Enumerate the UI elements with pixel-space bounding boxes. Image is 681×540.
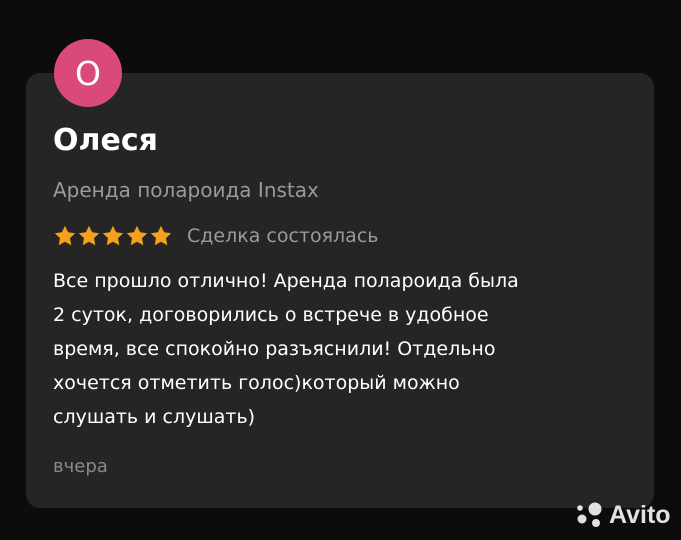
- review-text-line: слушать и слушать): [53, 406, 256, 428]
- star-icon: [101, 224, 125, 248]
- star-icon: [53, 224, 77, 248]
- review-date: вчера: [53, 456, 108, 477]
- review-text-line: время, все спокойно разъяснили! Отдельно: [53, 338, 496, 360]
- item-title: Аренда полароида Instax: [53, 178, 319, 202]
- rating-row: Сделка состоялась: [53, 221, 378, 251]
- avito-brand-text: Avito: [609, 501, 671, 529]
- review-text: Все прошло отлично! Аренда полароида был…: [53, 264, 628, 434]
- screenshot-page: О Олеся Аренда полароида Instax Сделка с…: [0, 0, 681, 540]
- review-text-line: хочется отметить голос)который можно: [53, 372, 460, 394]
- review-text-line: Все прошло отлично! Аренда полароида был…: [53, 270, 519, 292]
- author-name: Олеся: [53, 123, 158, 158]
- rating-stars: [53, 224, 173, 248]
- avito-watermark: Avito: [575, 500, 671, 530]
- review-text-line: 2 суток, договорились о встрече в удобно…: [53, 304, 489, 326]
- deal-status: Сделка состоялась: [187, 225, 379, 247]
- star-icon: [149, 224, 173, 248]
- avatar-letter: О: [75, 53, 101, 93]
- star-icon: [125, 224, 149, 248]
- avatar: О: [54, 39, 122, 107]
- avito-logo-icon: [577, 502, 602, 527]
- star-icon: [77, 224, 101, 248]
